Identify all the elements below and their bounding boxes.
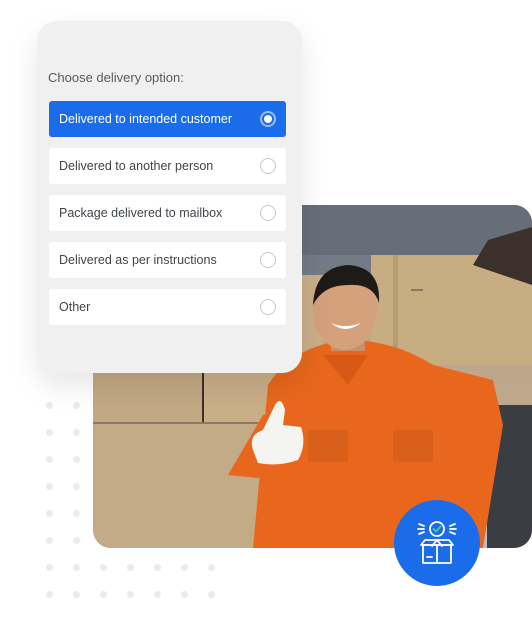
- option-other[interactable]: Other: [49, 289, 286, 325]
- radio-selected-icon[interactable]: [260, 111, 276, 127]
- decorative-dot: [208, 591, 215, 598]
- option-label: Package delivered to mailbox: [59, 206, 223, 220]
- option-delivered-to-another-person[interactable]: Delivered to another person: [49, 148, 286, 184]
- decorative-dot: [46, 483, 53, 490]
- card-title: Choose delivery option:: [48, 70, 184, 85]
- decorative-dot: [46, 591, 53, 598]
- decorative-dot: [73, 429, 80, 436]
- decorative-dot: [46, 537, 53, 544]
- radio-unselected-icon[interactable]: [260, 158, 276, 174]
- option-label: Delivered to intended customer: [59, 112, 233, 126]
- decorative-dot: [154, 591, 161, 598]
- option-package-delivered-to-mailbox[interactable]: Package delivered to mailbox: [49, 195, 286, 231]
- option-delivered-as-per-instructions[interactable]: Delivered as per instructions: [49, 242, 286, 278]
- package-delivered-check-icon: [417, 521, 457, 564]
- delivery-option-card: Choose delivery option: Delivered to int…: [37, 21, 302, 373]
- delivery-badge: [394, 500, 480, 586]
- decorative-dot: [73, 483, 80, 490]
- decorative-dot: [46, 564, 53, 571]
- option-label: Delivered to another person: [59, 159, 214, 173]
- decorative-dot: [73, 591, 80, 598]
- radio-unselected-icon[interactable]: [260, 205, 276, 221]
- decorative-dot: [46, 402, 53, 409]
- option-label: Other: [59, 300, 91, 314]
- decorative-dot: [181, 564, 188, 571]
- decorative-dot: [100, 564, 107, 571]
- decorative-dot: [100, 591, 107, 598]
- decorative-dot: [73, 564, 80, 571]
- decorative-dot: [154, 564, 161, 571]
- decorative-dot: [46, 510, 53, 517]
- decorative-dot: [73, 456, 80, 463]
- decorative-dot: [181, 591, 188, 598]
- decorative-dot: [73, 510, 80, 517]
- decorative-dot: [46, 429, 53, 436]
- decorative-dot: [208, 564, 215, 571]
- decorative-dot: [73, 537, 80, 544]
- decorative-dot: [46, 456, 53, 463]
- decorative-dot: [127, 591, 134, 598]
- option-label: Delivered as per instructions: [59, 253, 217, 267]
- radio-unselected-icon[interactable]: [260, 299, 276, 315]
- option-delivered-to-intended-customer[interactable]: Delivered to intended customer: [49, 101, 286, 137]
- decorative-dot: [73, 402, 80, 409]
- decorative-dot: [127, 564, 134, 571]
- radio-unselected-icon[interactable]: [260, 252, 276, 268]
